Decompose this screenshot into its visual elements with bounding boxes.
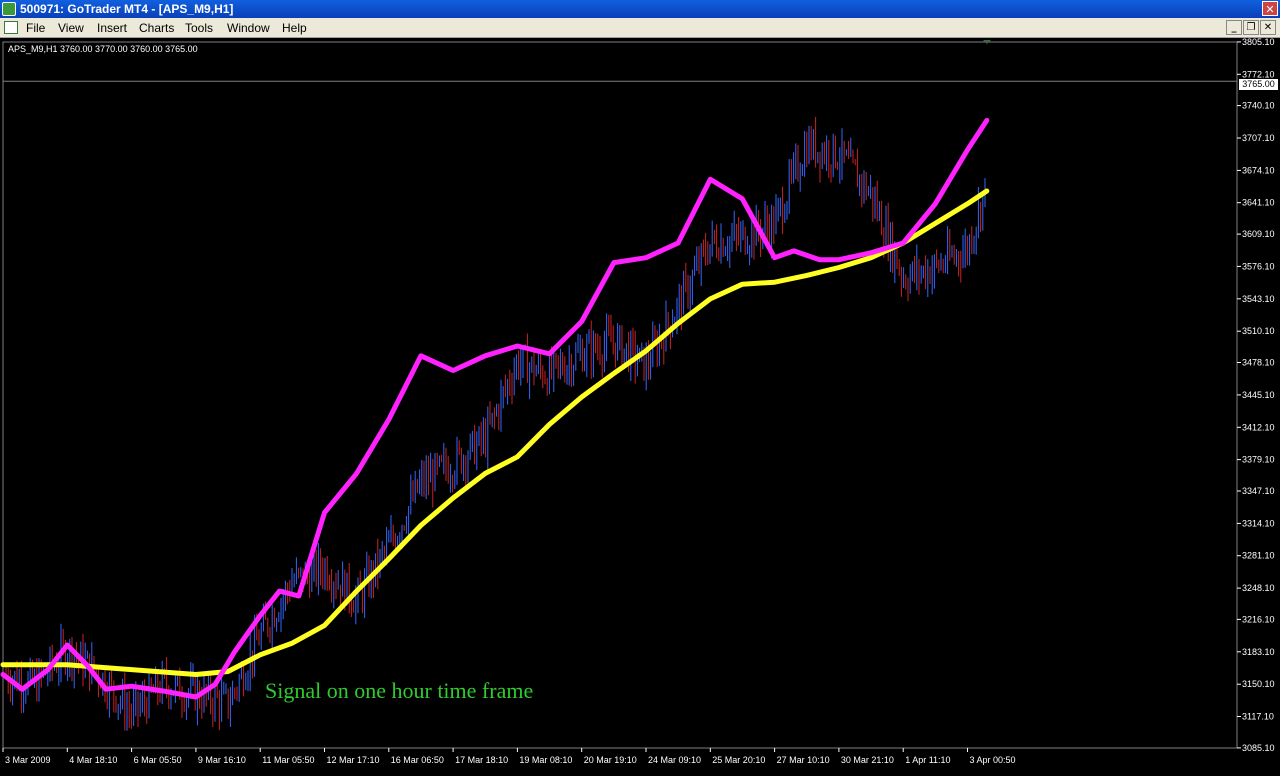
y-tick-label: 3641.10 bbox=[1242, 198, 1275, 208]
chart-area[interactable]: 3805.10 3772.10 3740.10 3707.10 3674.10 3641.… bbox=[0, 38, 1280, 776]
y-tick-label: 3805.10 bbox=[1242, 38, 1275, 47]
document-icon[interactable] bbox=[4, 21, 18, 34]
x-tick-label: 9 Mar 16:10 bbox=[198, 755, 246, 765]
x-tick-label: 3 Mar 2009 bbox=[5, 755, 51, 765]
menu-view[interactable]: View bbox=[58, 21, 84, 35]
x-tick-label: 16 Mar 06:50 bbox=[391, 755, 444, 765]
current-price-label: 3765.00 bbox=[1239, 79, 1278, 90]
minimize-icon[interactable]: _ bbox=[1226, 20, 1242, 35]
x-tick-label: 1 Apr 11:10 bbox=[905, 755, 950, 765]
y-tick-label: 3445.10 bbox=[1242, 390, 1275, 400]
app-icon bbox=[2, 2, 16, 16]
y-tick-label: 3707.10 bbox=[1242, 133, 1275, 143]
x-tick-label: 12 Mar 17:10 bbox=[327, 755, 380, 765]
y-tick-label: 3412.10 bbox=[1242, 422, 1275, 432]
close-icon[interactable]: ✕ bbox=[1260, 20, 1276, 35]
x-tick-label: 17 Mar 18:10 bbox=[455, 755, 508, 765]
signal-annotation: Signal on one hour time frame bbox=[265, 678, 534, 703]
y-tick-label: 3379.10 bbox=[1242, 455, 1275, 465]
x-tick-label: 19 Mar 08:10 bbox=[519, 755, 572, 765]
x-tick-label: 30 Mar 21:10 bbox=[841, 755, 894, 765]
x-tick-label: 27 Mar 10:10 bbox=[777, 755, 830, 765]
menu-window[interactable]: Window bbox=[227, 21, 270, 35]
restore-icon[interactable]: ❐ bbox=[1243, 20, 1259, 35]
menu-charts[interactable]: Charts bbox=[139, 21, 174, 35]
x-tick-label: 25 Mar 20:10 bbox=[712, 755, 765, 765]
x-tick-label: 20 Mar 19:10 bbox=[584, 755, 637, 765]
y-tick-label: 3772.10 bbox=[1242, 69, 1275, 79]
price-chart[interactable]: 3805.10 3772.10 3740.10 3707.10 3674.10 3641.… bbox=[0, 38, 1280, 776]
y-tick-label: 3314.10 bbox=[1242, 518, 1275, 528]
y-tick-label: 3543.10 bbox=[1242, 294, 1275, 304]
y-tick-label: 3085.10 bbox=[1242, 743, 1275, 753]
menu-file[interactable]: File bbox=[26, 21, 45, 35]
menu-help[interactable]: Help bbox=[282, 21, 307, 35]
x-tick-label: 24 Mar 09:10 bbox=[648, 755, 701, 765]
x-tick-label: 4 Mar 18:10 bbox=[69, 755, 117, 765]
x-tick-label: 11 Mar 05:50 bbox=[262, 755, 314, 765]
y-tick-label: 3510.10 bbox=[1242, 326, 1275, 336]
slow-ma-line bbox=[0, 188, 990, 677]
y-tick-label: 3216.10 bbox=[1242, 614, 1275, 624]
y-tick-label: 3150.10 bbox=[1242, 679, 1275, 689]
y-tick-label: 3347.10 bbox=[1242, 486, 1275, 496]
window-title: 500971: GoTrader MT4 - [APS_M9,H1] bbox=[20, 2, 234, 16]
y-tick-label: 3248.10 bbox=[1242, 583, 1275, 593]
y-tick-label: 3478.10 bbox=[1242, 358, 1275, 368]
y-tick-label: 3576.10 bbox=[1242, 261, 1275, 271]
y-tick-label: 3281.10 bbox=[1242, 551, 1275, 561]
x-tick-label: 6 Mar 05:50 bbox=[134, 755, 182, 765]
y-tick-label: 3740.10 bbox=[1242, 101, 1275, 111]
menu-insert[interactable]: Insert bbox=[97, 21, 127, 35]
y-tick-label: 3674.10 bbox=[1242, 165, 1275, 175]
title-bar: 500971: GoTrader MT4 - [APS_M9,H1] ✕ bbox=[0, 0, 1280, 18]
y-tick-label: 3183.10 bbox=[1242, 647, 1275, 657]
menu-bar: File View Insert Charts Tools Window Hel… bbox=[0, 18, 1280, 38]
y-tick-label: 3609.10 bbox=[1242, 229, 1275, 239]
plot-frame bbox=[2, 41, 1238, 749]
symbol-info: APS_M9,H1 3760.00 3770.00 3760.00 3765.0… bbox=[8, 44, 198, 54]
y-tick-label: 3117.10 bbox=[1242, 712, 1274, 722]
x-tick-label: 3 Apr 00:50 bbox=[970, 755, 1016, 765]
close-icon[interactable]: ✕ bbox=[1262, 1, 1278, 16]
menu-tools[interactable]: Tools bbox=[185, 21, 213, 35]
